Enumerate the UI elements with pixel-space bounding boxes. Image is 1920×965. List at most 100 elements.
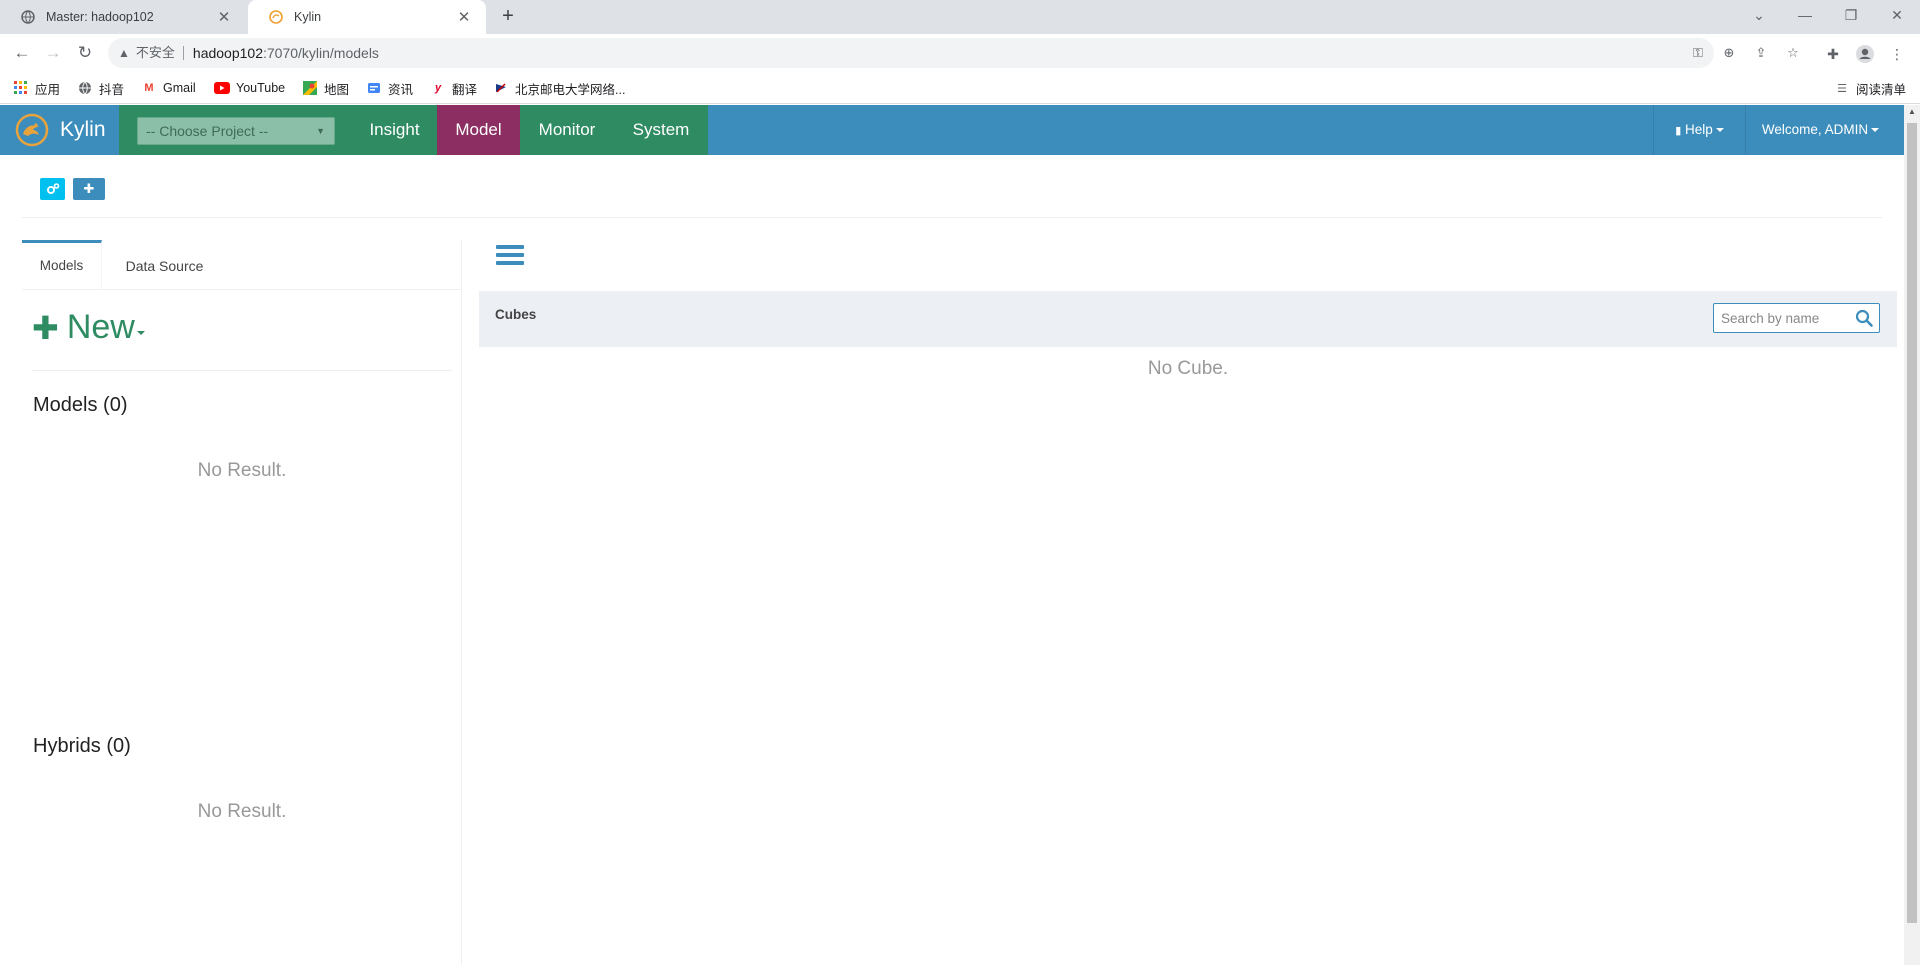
caret-down-icon (136, 330, 145, 335)
cogs-icon (46, 183, 59, 194)
scroll-up-icon[interactable]: ▲ (1904, 107, 1920, 116)
hybrids-heading: Hybrids (0) (33, 735, 131, 757)
bookmark-star-icon[interactable]: ☆ (1784, 44, 1802, 62)
bookmarks-bar: 应用 抖音 M Gmail YouTube 地图 资讯 y 翻译 北京邮电大学网… (0, 72, 1920, 104)
browser-tab-strip: Master: hadoop102 ✕ Kylin ✕ + ⌄ — ❐ ✕ (0, 0, 1920, 34)
bookmark-apps[interactable]: 应用 (13, 79, 60, 97)
reload-icon[interactable]: ↻ (72, 40, 98, 66)
models-heading: Models (0) (33, 394, 128, 416)
help-label: Help (1685, 122, 1713, 137)
menu-dots-icon[interactable]: ⋮ (1886, 43, 1908, 65)
browser-tab-kylin[interactable]: Kylin ✕ (248, 0, 486, 34)
close-tab-icon[interactable]: ✕ (216, 8, 232, 26)
new-tab-button[interactable]: + (496, 6, 520, 28)
bookmark-label: Gmail (163, 81, 196, 95)
restore-button[interactable]: ❐ (1828, 0, 1874, 30)
bookmark-bupt[interactable]: 北京邮电大学网络... (493, 79, 625, 97)
divider (22, 217, 1882, 218)
key-icon[interactable]: ⚿ (1689, 44, 1707, 62)
translate-icon: y (434, 82, 442, 94)
close-tab-icon[interactable]: ✕ (456, 8, 472, 26)
tab-data-source[interactable]: Data Source (102, 240, 227, 290)
bookmark-news[interactable]: 资讯 (366, 79, 413, 97)
youtube-icon (214, 80, 230, 96)
dropdown-caret-icon: ▼ (316, 126, 325, 136)
welcome-label: Welcome, ADMIN (1761, 122, 1869, 137)
tab-title: Master: hadoop102 (46, 10, 154, 24)
bookmark-label: 北京邮电大学网络... (515, 82, 626, 97)
menu-system[interactable]: System (614, 105, 708, 155)
url-host: hadoop102 (192, 45, 263, 61)
extensions-icon[interactable]: ✚ (1822, 43, 1844, 65)
apps-grid-icon (13, 80, 29, 96)
project-select[interactable]: -- Choose Project -- ▼ (137, 117, 335, 145)
share-icon[interactable]: ⇪ (1752, 44, 1770, 62)
bookmark-label: 抖音 (99, 82, 125, 97)
gmail-icon: M (144, 82, 154, 94)
profile-icon[interactable] (1854, 43, 1876, 65)
cubes-empty-text: No Cube. (1147, 358, 1229, 379)
forward-arrow-icon[interactable]: → (40, 40, 66, 66)
bookmark-label: 地图 (324, 82, 350, 97)
menu-model[interactable]: Model (437, 105, 520, 155)
bookmark-label: 资讯 (388, 82, 414, 97)
reading-list-icon: ☰ (1837, 82, 1847, 95)
bookmark-label: 翻译 (452, 82, 478, 97)
models-empty-text: No Result. (197, 460, 287, 481)
bookmark-youtube[interactable]: YouTube (214, 79, 285, 97)
bookmark-douyin[interactable]: 抖音 (77, 79, 124, 97)
close-window-button[interactable]: ✕ (1874, 0, 1920, 30)
address-bar[interactable]: ▲ 不安全 hadoop102:7070/kylin/models (108, 38, 1714, 68)
tab-search-icon[interactable]: ⌄ (1736, 0, 1782, 30)
cubes-title: Cubes (495, 307, 537, 322)
reading-list-button[interactable]: ☰ 阅读清单 (1834, 79, 1906, 97)
caret-down-icon (1715, 128, 1724, 133)
book-icon: ▮ (1675, 125, 1682, 137)
warning-icon: ▲ (118, 46, 130, 60)
page-scrollbar[interactable]: ▲ (1904, 105, 1920, 965)
user-dropdown[interactable]: Welcome, ADMIN (1745, 105, 1895, 155)
bupt-icon (493, 80, 509, 96)
back-arrow-icon[interactable]: ← (9, 40, 35, 66)
project-select-placeholder: -- Choose Project -- (146, 123, 269, 139)
bookmark-translate[interactable]: y 翻译 (430, 79, 477, 97)
toggle-sidebar-icon[interactable] (496, 244, 524, 268)
tab-models[interactable]: Models (22, 240, 102, 290)
tab-title: Kylin (294, 10, 322, 24)
new-dropdown-button[interactable]: ✚ New (32, 308, 145, 347)
maps-icon (302, 80, 318, 96)
kylin-logo-icon (15, 113, 49, 147)
zoom-icon[interactable]: ⊕ (1720, 44, 1738, 62)
minimize-button[interactable]: — (1782, 0, 1828, 30)
bookmark-label: YouTube (236, 81, 286, 95)
add-button[interactable]: ✚ (73, 178, 105, 200)
browser-toolbar: ← → ↻ ▲ 不安全 hadoop102:7070/kylin/models … (0, 34, 1920, 72)
project-select-wrapper: -- Choose Project -- ▼ (119, 105, 352, 155)
kylin-brand[interactable]: Kylin (14, 105, 106, 155)
menu-insight[interactable]: Insight (352, 105, 437, 155)
kylin-favicon-icon (268, 9, 284, 25)
settings-button[interactable] (40, 178, 65, 200)
help-dropdown[interactable]: ▮ Help (1653, 105, 1745, 155)
kylin-navbar: Kylin -- Choose Project -- ▼ Insight Mod… (0, 105, 1904, 155)
scrollbar-thumb[interactable] (1907, 123, 1917, 923)
cube-search-input[interactable] (1714, 304, 1852, 332)
globe-icon (20, 9, 36, 25)
browser-tab-master[interactable]: Master: hadoop102 ✕ (0, 0, 246, 34)
hybrids-empty-text: No Result. (197, 801, 287, 822)
cube-search (1713, 303, 1880, 333)
bookmark-label: 应用 (35, 82, 61, 97)
new-label: New (66, 308, 135, 346)
news-icon (366, 80, 382, 96)
globe-icon (77, 80, 93, 96)
bookmark-gmail[interactable]: M Gmail (141, 79, 196, 97)
menu-monitor[interactable]: Monitor (520, 105, 614, 155)
security-label: 不安全 (136, 46, 184, 60)
search-icon[interactable] (1854, 308, 1874, 328)
plus-icon: ✚ (83, 181, 95, 196)
reading-list-label: 阅读清单 (1856, 82, 1907, 97)
caret-down-icon (1871, 128, 1880, 133)
left-tabs: Models Data Source (22, 240, 462, 290)
bookmark-maps[interactable]: 地图 (302, 79, 349, 97)
plus-icon: ✚ (32, 309, 59, 346)
